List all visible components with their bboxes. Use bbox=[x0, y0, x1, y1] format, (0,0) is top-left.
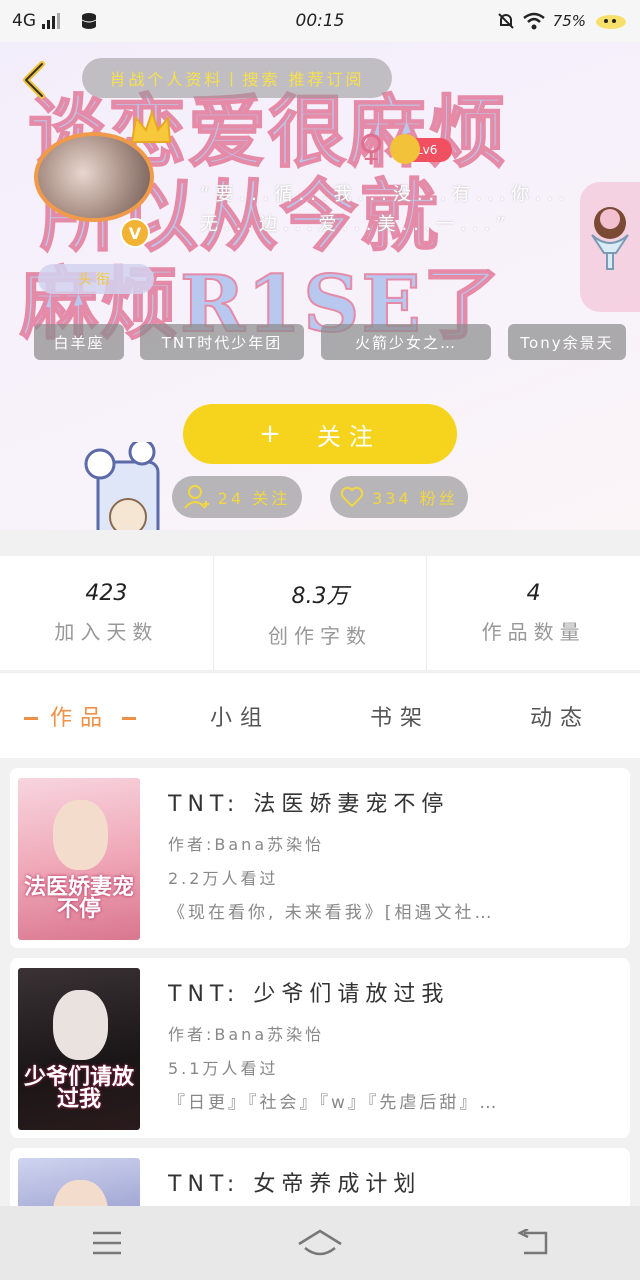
stat-label: 加入天数 bbox=[54, 620, 159, 644]
work-author: 作者:Bana苏染怡 bbox=[168, 1025, 325, 1044]
work-title: TNT: 少爷们请放过我 bbox=[168, 982, 450, 1007]
hashtag-chip[interactable]: Tony余景天 bbox=[508, 324, 626, 360]
clock: 00:15 bbox=[295, 11, 345, 31]
title-tag: 头衔 bbox=[38, 264, 154, 294]
work-reads: 2.2万人看过 bbox=[168, 869, 279, 888]
network-type: 4G bbox=[12, 11, 36, 31]
battery-percent: 75% bbox=[552, 12, 586, 30]
home-icon[interactable] bbox=[290, 1223, 350, 1263]
stat-word-count: 8.3万 创作字数 bbox=[212, 556, 427, 670]
work-title: TNT: 女帝养成计划 bbox=[168, 1172, 422, 1197]
fans-button[interactable]: 334 粉丝 bbox=[330, 476, 468, 518]
stat-value: 8.3万 bbox=[291, 583, 349, 609]
avatar[interactable] bbox=[34, 132, 154, 222]
work-card[interactable]: 少爷们请放过我 TNT: 少爷们请放过我 作者:Bana苏染怡 5.1万人看过 … bbox=[10, 958, 630, 1138]
work-reads: 5.1万人看过 bbox=[168, 1059, 279, 1078]
avatar-image bbox=[34, 132, 154, 222]
stat-label: 作品数量 bbox=[481, 620, 586, 644]
tab-label: 作品 bbox=[49, 705, 110, 731]
stats-row: 423 加入天数 8.3万 创作字数 4 作品数量 bbox=[0, 556, 640, 670]
back-chevron-icon[interactable] bbox=[14, 58, 54, 102]
work-cover: 少爷们请放过我 bbox=[18, 968, 140, 1130]
stat-label: 创作字数 bbox=[268, 623, 372, 648]
database-icon bbox=[81, 13, 97, 29]
work-description: 『日更』『社会』『w』『先虐后甜』… bbox=[168, 1093, 500, 1113]
work-title: TNT: 法医娇妻宠不停 bbox=[168, 792, 450, 817]
hashtag-chip[interactable]: 火箭少女之… bbox=[321, 324, 491, 360]
notice-banner[interactable]: 肖战个人资料丨搜索 推荐订阅 bbox=[82, 58, 392, 98]
female-icon: ♀ bbox=[358, 128, 385, 169]
hashtag-chip[interactable]: TNT时代少年团 bbox=[140, 324, 304, 360]
cover-figure bbox=[53, 990, 108, 1060]
battery-icon bbox=[596, 15, 626, 29]
work-card[interactable]: 法医娇妻宠不停 TNT: 法医娇妻宠不停 作者:Bana苏染怡 2.2万人看过 … bbox=[10, 768, 630, 948]
cover-figure bbox=[53, 1180, 108, 1206]
system-nav-bar bbox=[0, 1206, 640, 1280]
add-user-icon bbox=[183, 485, 209, 509]
stat-value: 423 bbox=[85, 581, 128, 606]
work-cover: 法医娇妻宠不停 bbox=[18, 778, 140, 940]
ice-cream-sticker bbox=[591, 207, 629, 270]
vip-badge: V bbox=[120, 218, 150, 248]
level-crown-icon bbox=[390, 134, 420, 164]
signal-icon bbox=[42, 13, 60, 29]
mute-bell-icon bbox=[497, 13, 514, 29]
tab-indicator bbox=[23, 717, 38, 720]
tab-works[interactable]: 作品 bbox=[0, 700, 160, 732]
stat-value: 4 bbox=[526, 581, 541, 606]
cover-figure bbox=[53, 800, 108, 870]
status-bar: 4G 00:15 75% bbox=[0, 0, 640, 42]
stat-join-days: 423 加入天数 bbox=[0, 556, 213, 670]
tab-label: 书架 bbox=[369, 705, 430, 731]
cover-title: 法医娇妻宠不停 bbox=[24, 874, 135, 922]
menu-icon[interactable] bbox=[77, 1223, 137, 1263]
profile-tabs: 作品 小组 书架 动态 bbox=[0, 672, 640, 758]
work-cover bbox=[18, 1158, 140, 1206]
hashtag-chip[interactable]: 白羊座 bbox=[34, 324, 124, 360]
following-label: 24 关注 bbox=[217, 489, 291, 508]
work-description: 《现在看你, 未来看我》[相遇文社… bbox=[168, 903, 495, 923]
plus-icon: + bbox=[259, 419, 289, 449]
wifi-icon bbox=[522, 12, 545, 30]
fans-label: 334 粉丝 bbox=[372, 489, 458, 508]
tab-indicator bbox=[122, 717, 136, 720]
tab-groups[interactable]: 小组 bbox=[160, 700, 320, 732]
work-author: 作者:Bana苏染怡 bbox=[168, 835, 325, 854]
follow-button[interactable]: + 关注 bbox=[183, 404, 457, 464]
works-list: 法医娇妻宠不停 TNT: 法医娇妻宠不停 作者:Bana苏染怡 2.2万人看过 … bbox=[0, 760, 640, 1206]
follow-label: 关注 bbox=[316, 422, 381, 451]
back-icon[interactable] bbox=[503, 1223, 563, 1263]
tab-label: 小组 bbox=[209, 705, 270, 731]
work-card[interactable]: TNT: 女帝养成计划 bbox=[10, 1148, 630, 1206]
cover-title: 少爷们请放过我 bbox=[24, 1064, 135, 1112]
soda-can-sticker bbox=[84, 442, 160, 530]
heart-icon bbox=[340, 486, 364, 508]
tab-bookshelf[interactable]: 书架 bbox=[320, 700, 480, 732]
stat-works-count: 4 作品数量 bbox=[426, 556, 640, 670]
profile-bio: “要...循...我...没...有...你...无...边...爱...美..… bbox=[200, 184, 571, 235]
tab-label: 动态 bbox=[529, 705, 590, 731]
following-button[interactable]: 24 关注 bbox=[172, 476, 302, 518]
level-badge: Lv6 bbox=[390, 134, 452, 164]
tab-activity[interactable]: 动态 bbox=[480, 700, 640, 732]
